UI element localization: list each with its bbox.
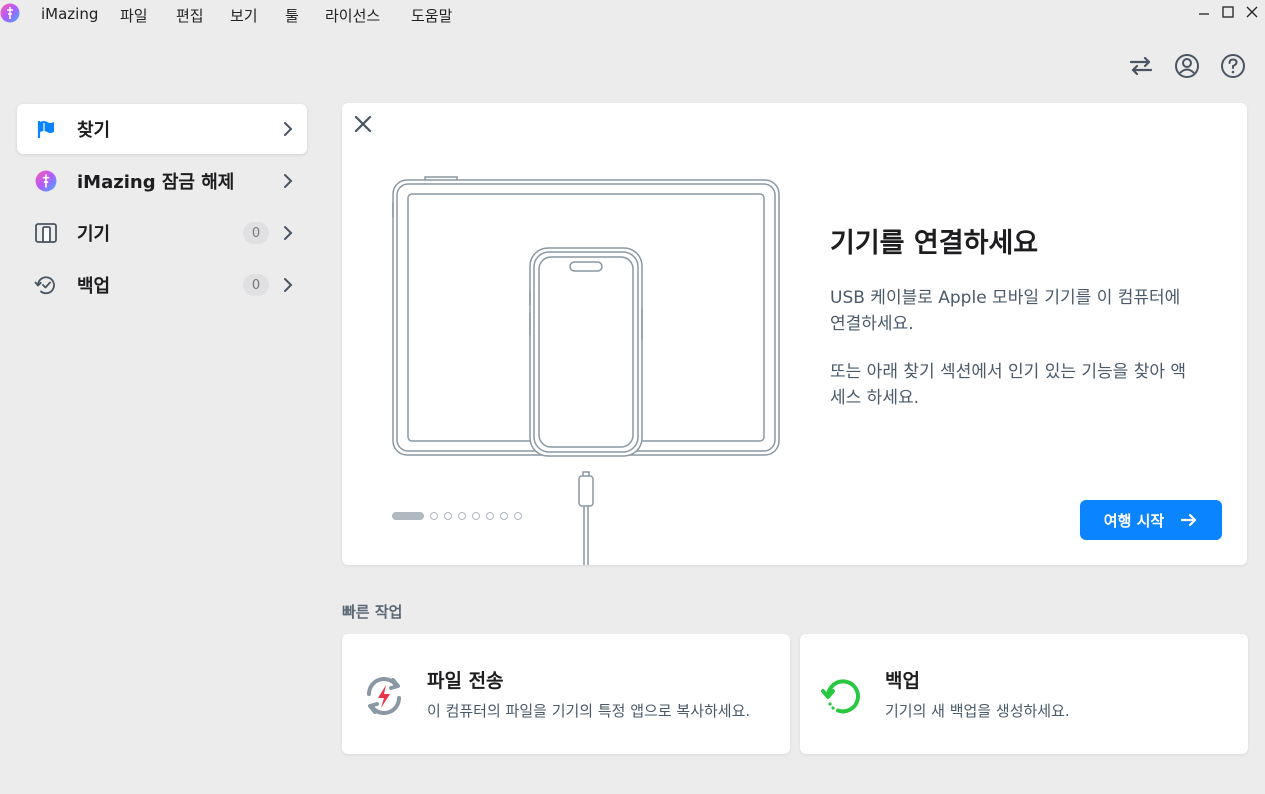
chevron-right-icon xyxy=(284,122,293,136)
chevron-right-icon xyxy=(284,278,293,292)
sidebar-item-devices[interactable]: 기기 0 xyxy=(17,208,307,258)
quick-action-name: 백업 xyxy=(885,670,920,692)
carousel-dot[interactable] xyxy=(486,512,494,520)
sidebar-item-label: 기기 xyxy=(77,224,111,245)
sidebar-item-backups[interactable]: 백업 0 xyxy=(17,260,307,310)
carousel-dots xyxy=(392,512,528,520)
menu-license[interactable]: 라이선스 xyxy=(325,5,380,26)
flag-icon xyxy=(33,116,59,142)
backup-clock-icon xyxy=(33,272,59,298)
menu-app-name[interactable]: iMazing xyxy=(41,5,98,23)
quick-action-backup[interactable]: 백업 기기의 새 백업을 생성하세요. xyxy=(800,634,1248,754)
devices-icon xyxy=(33,220,59,246)
menu-file[interactable]: 파일 xyxy=(120,5,148,26)
sidebar: 찾기 iMazing 잠금 해제 기기 0 백업 0 xyxy=(17,104,307,312)
count-badge: 0 xyxy=(243,222,269,244)
quick-action-name: 파일 전송 xyxy=(427,670,504,692)
count-badge: 0 xyxy=(243,274,269,296)
file-transfer-icon xyxy=(367,677,401,715)
hero-paragraph-discover: 또는 아래 찾기 섹션에서 인기 있는 기능을 찾아 액세스 하세요. xyxy=(830,362,1187,408)
carousel-dot[interactable] xyxy=(444,512,452,520)
sidebar-item-unlock[interactable]: iMazing 잠금 해제 xyxy=(17,156,307,206)
carousel-dot[interactable] xyxy=(500,512,508,520)
device-illustration xyxy=(392,176,780,565)
sidebar-item-label: 찾기 xyxy=(77,120,111,141)
quick-action-file-transfer[interactable]: 파일 전송 이 컴퓨터의 파일을 기기의 특정 앱으로 복사하세요. xyxy=(342,634,790,754)
maximize-icon[interactable] xyxy=(1220,4,1236,20)
minimize-icon[interactable] xyxy=(1196,4,1212,20)
menu-tools[interactable]: 툴 xyxy=(285,5,299,26)
start-tour-label: 여행 시작 xyxy=(1103,511,1165,530)
hero-title: 기기를 연결하세요 xyxy=(830,228,1039,259)
quick-action-desc: 기기의 새 백업을 생성하세요. xyxy=(885,702,1070,720)
menu-view[interactable]: 보기 xyxy=(230,5,258,26)
quick-actions-title: 빠른 작업 xyxy=(342,603,403,621)
close-window-icon[interactable] xyxy=(1244,4,1260,20)
connect-device-card: 기기를 연결하세요 USB 케이블로 Apple 모바일 기기를 이 컴퓨터에 … xyxy=(342,103,1247,565)
hero-paragraph-usb: USB 케이블로 Apple 모바일 기기를 이 컴퓨터에 연결하세요. xyxy=(830,288,1181,334)
account-icon[interactable] xyxy=(1173,52,1201,80)
menu-help[interactable]: 도움말 xyxy=(411,5,452,26)
close-icon[interactable] xyxy=(352,113,374,135)
carousel-dot[interactable] xyxy=(392,512,424,520)
sidebar-item-label: 백업 xyxy=(77,276,111,297)
imazing-logo-icon xyxy=(33,168,59,194)
start-tour-button[interactable]: 여행 시작 xyxy=(1080,500,1222,540)
imazing-logo-icon[interactable] xyxy=(0,3,20,23)
carousel-dot[interactable] xyxy=(472,512,480,520)
quick-action-desc: 이 컴퓨터의 파일을 기기의 특정 앱으로 복사하세요. xyxy=(427,702,751,720)
help-icon[interactable] xyxy=(1219,52,1247,80)
carousel-dot[interactable] xyxy=(514,512,522,520)
transfer-arrows-icon[interactable] xyxy=(1127,52,1155,80)
menu-edit[interactable]: 편집 xyxy=(176,5,204,26)
carousel-dot[interactable] xyxy=(458,512,466,520)
backup-icon xyxy=(821,679,860,714)
sidebar-item-discover[interactable]: 찾기 xyxy=(17,104,307,154)
chevron-right-icon xyxy=(284,226,293,240)
carousel-dot[interactable] xyxy=(430,512,438,520)
menu-bar: iMazing 파일 편집 보기 툴 라이선스 도움말 xyxy=(0,0,1265,28)
chevron-right-icon xyxy=(284,174,293,188)
arrow-right-icon xyxy=(1181,513,1197,527)
sidebar-item-label: iMazing 잠금 해제 xyxy=(77,172,235,193)
